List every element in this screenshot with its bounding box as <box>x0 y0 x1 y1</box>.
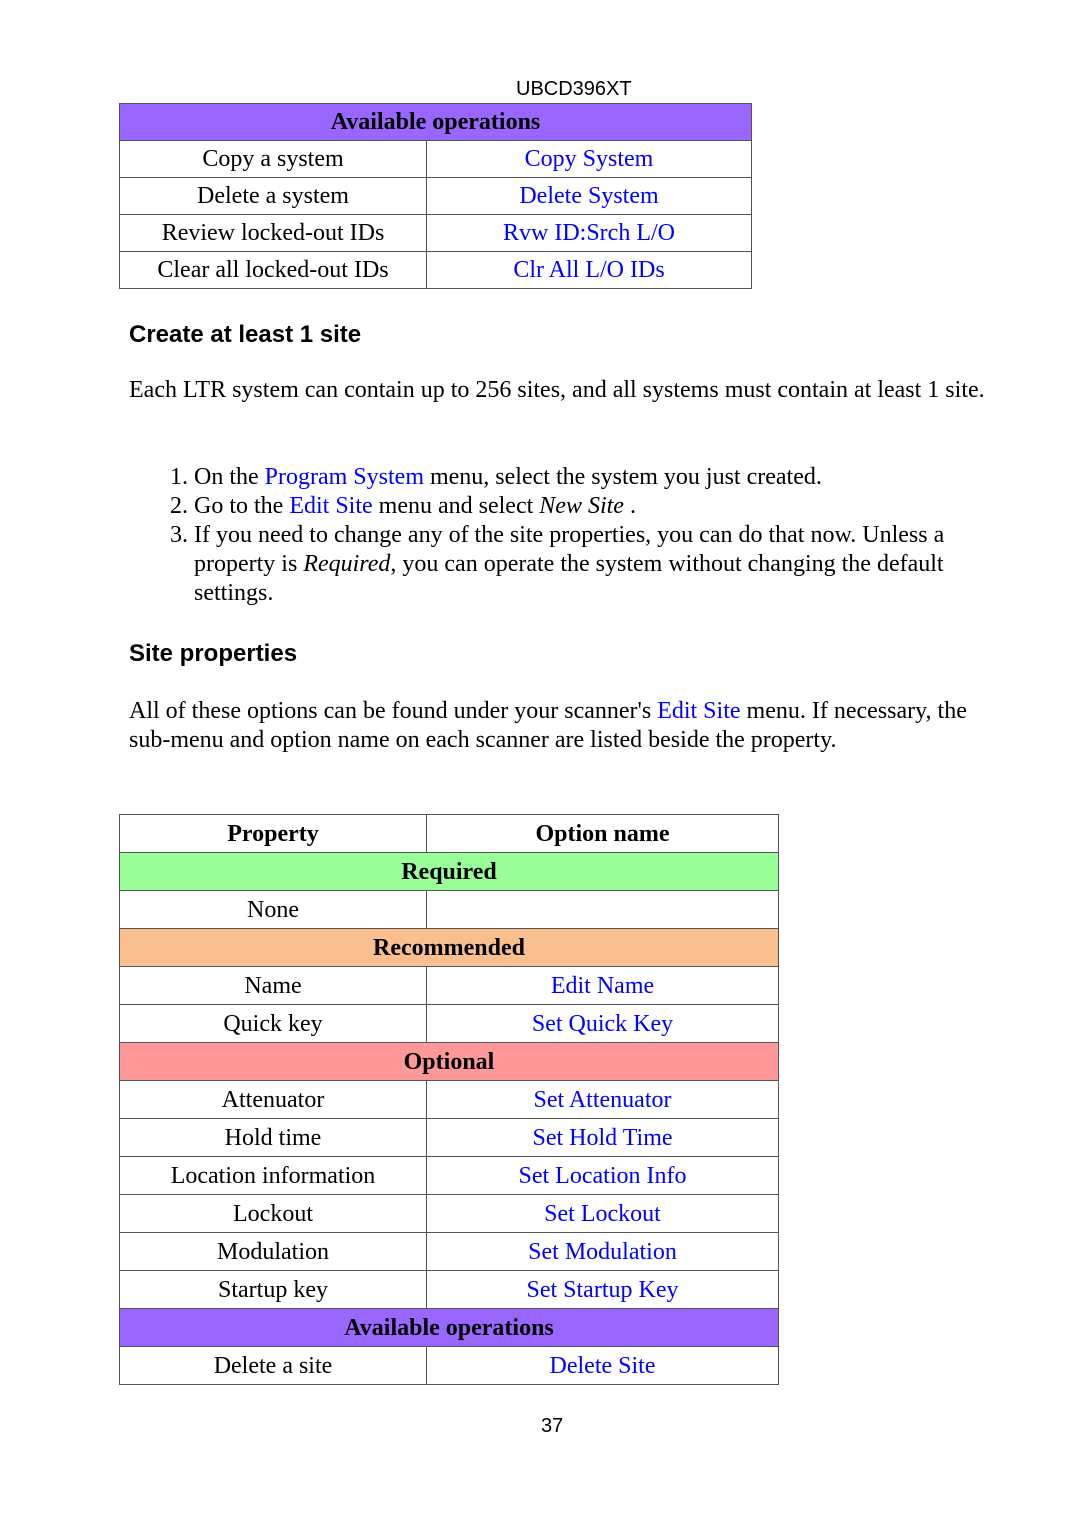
step-text: menu, select the system you just created… <box>423 464 822 490</box>
property-name: Startup key <box>119 1270 427 1309</box>
table-band-row: Required <box>119 852 779 891</box>
menu-option-link[interactable]: Set Quick Key <box>426 1004 779 1043</box>
operation-description: Copy a system <box>119 140 427 178</box>
operation-description: Clear all locked-out IDs <box>119 251 427 289</box>
site-properties-intro: All of these options can be found under … <box>129 697 989 755</box>
table-row: Delete a system Delete System <box>119 177 752 215</box>
menu-option-link[interactable]: Delete System <box>426 177 752 215</box>
step-text: Go to the <box>194 493 290 519</box>
table-band-row: Recommended <box>119 928 779 967</box>
page-number: 37 <box>541 1415 564 1437</box>
band-available-operations: Available operations <box>119 1308 779 1347</box>
table-row: Hold time Set Hold Time <box>119 1118 779 1157</box>
step-text: . <box>623 493 636 519</box>
new-site-term: New Site <box>539 493 624 519</box>
table-row: Delete a site Delete Site <box>119 1346 779 1385</box>
property-name: Lockout <box>119 1194 427 1233</box>
menu-option-link[interactable]: Set Lockout <box>426 1194 779 1233</box>
property-name: None <box>119 890 427 929</box>
table-row: None <box>119 890 779 929</box>
step-item: On the Program System menu, select the s… <box>194 463 1024 492</box>
site-properties-table: Property Option name Required None Recom… <box>119 814 779 1385</box>
menu-option-link[interactable]: Rvw ID:Srch L/O <box>426 214 752 252</box>
table-row: Name Edit Name <box>119 966 779 1005</box>
band-optional: Optional <box>119 1042 779 1081</box>
menu-option-link[interactable]: Clr All L/O IDs <box>426 251 752 289</box>
option-name-empty <box>426 890 779 929</box>
band-available-operations: Available operations <box>119 103 752 141</box>
table-header-row: Property Option name <box>119 814 779 853</box>
step-item: Go to the Edit Site menu and select New … <box>194 492 1024 521</box>
band-required: Required <box>119 852 779 891</box>
table-row: Attenuator Set Attenuator <box>119 1080 779 1119</box>
step-text: On the <box>194 464 265 490</box>
menu-option-link[interactable]: Edit Name <box>426 966 779 1005</box>
system-operations-table: Available operations Copy a system Copy … <box>119 103 752 289</box>
property-name: Hold time <box>119 1118 427 1157</box>
table-row: Review locked-out IDs Rvw ID:Srch L/O <box>119 214 752 252</box>
document-header-title: UBCD396XT <box>516 78 632 100</box>
table-row: Quick key Set Quick Key <box>119 1004 779 1043</box>
section-heading-create-site: Create at least 1 site <box>129 321 362 348</box>
table-row: Clear all locked-out IDs Clr All L/O IDs <box>119 251 752 289</box>
band-recommended: Recommended <box>119 928 779 967</box>
intro-text: All of these options can be found under … <box>129 698 658 724</box>
step-text: menu and select <box>372 493 540 519</box>
column-header-option-name: Option name <box>426 814 779 853</box>
property-name: Name <box>119 966 427 1005</box>
required-term: Required <box>303 551 391 577</box>
table-row: Location information Set Location Info <box>119 1156 779 1195</box>
table-band-row: Available operations <box>119 103 752 141</box>
column-header-property: Property <box>119 814 427 853</box>
table-row: Startup key Set Startup Key <box>119 1270 779 1309</box>
section-heading-site-properties: Site properties <box>129 640 298 667</box>
create-site-intro: Each LTR system can contain up to 256 si… <box>129 377 985 403</box>
edit-site-link[interactable]: Edit Site <box>657 698 740 724</box>
menu-option-link[interactable]: Delete Site <box>426 1346 779 1385</box>
property-name: Quick key <box>119 1004 427 1043</box>
table-band-row: Available operations <box>119 1308 779 1347</box>
property-name: Attenuator <box>119 1080 427 1119</box>
program-system-link[interactable]: Program System <box>265 464 424 490</box>
table-row: Lockout Set Lockout <box>119 1194 779 1233</box>
menu-option-link[interactable]: Set Attenuator <box>426 1080 779 1119</box>
menu-option-link[interactable]: Set Hold Time <box>426 1118 779 1157</box>
property-name: Location information <box>119 1156 427 1195</box>
edit-site-link[interactable]: Edit Site <box>289 493 372 519</box>
step-item: If you need to change any of the site pr… <box>194 521 1024 608</box>
create-site-steps: On the Program System menu, select the s… <box>160 463 1024 608</box>
operation-description: Delete a system <box>119 177 427 215</box>
menu-option-link[interactable]: Copy System <box>426 140 752 178</box>
menu-option-link[interactable]: Set Modulation <box>426 1232 779 1271</box>
table-row: Copy a system Copy System <box>119 140 752 178</box>
table-band-row: Optional <box>119 1042 779 1081</box>
operation-description: Review locked-out IDs <box>119 214 427 252</box>
property-name: Delete a site <box>119 1346 427 1385</box>
menu-option-link[interactable]: Set Startup Key <box>426 1270 779 1309</box>
table-row: Modulation Set Modulation <box>119 1232 779 1271</box>
menu-option-link[interactable]: Set Location Info <box>426 1156 779 1195</box>
property-name: Modulation <box>119 1232 427 1271</box>
